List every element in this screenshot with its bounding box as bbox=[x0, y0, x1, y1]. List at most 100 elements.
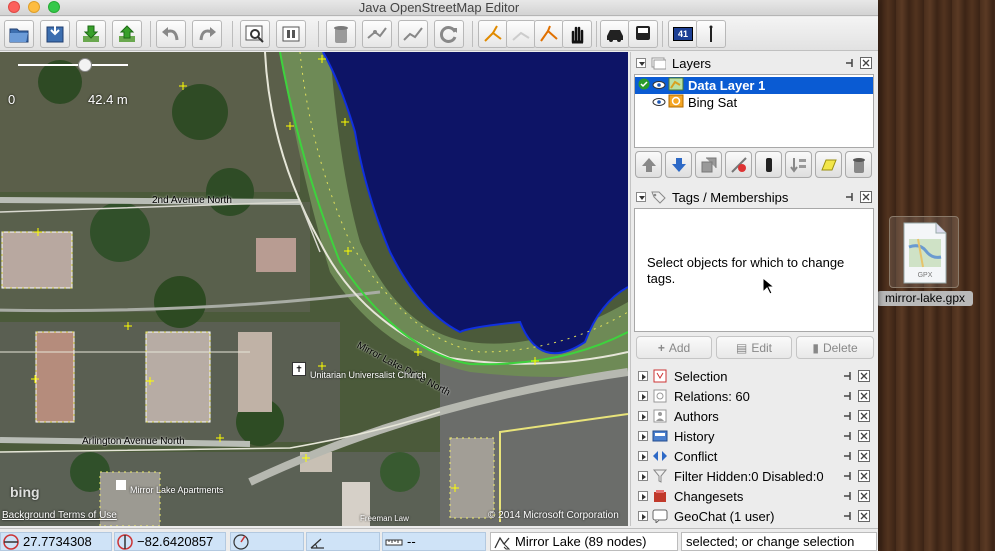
delete-button[interactable] bbox=[326, 20, 356, 48]
panel-authors[interactable]: Authors bbox=[634, 406, 874, 426]
close-dialog-icon[interactable] bbox=[858, 410, 870, 422]
pin-dialog-icon[interactable] bbox=[842, 430, 854, 442]
open-file-button[interactable] bbox=[4, 20, 34, 48]
panel-changesets[interactable]: Changesets bbox=[634, 486, 874, 506]
active-check-icon[interactable] bbox=[638, 78, 652, 93]
preferences-button[interactable] bbox=[276, 20, 306, 48]
expand-toggle-icon[interactable] bbox=[638, 471, 648, 481]
filter-icon bbox=[652, 469, 668, 483]
layer-opacity-button[interactable] bbox=[755, 151, 782, 178]
upload-button[interactable] bbox=[112, 20, 142, 48]
distance-value: -- bbox=[407, 534, 416, 549]
bus-preset-button[interactable] bbox=[628, 20, 658, 48]
add-tag-button[interactable]: + Add bbox=[636, 336, 712, 359]
layers-header[interactable]: Layers bbox=[632, 53, 876, 73]
close-dialog-icon[interactable] bbox=[860, 191, 872, 203]
relations-icon bbox=[652, 389, 668, 403]
pin-button[interactable] bbox=[696, 20, 726, 48]
refresh-button[interactable] bbox=[434, 20, 464, 48]
car-preset-button[interactable] bbox=[600, 20, 630, 48]
pin-dialog-icon[interactable] bbox=[844, 57, 856, 69]
angle-icon bbox=[310, 538, 324, 549]
scale-slider-track[interactable] bbox=[18, 64, 128, 66]
pin-dialog-icon[interactable] bbox=[844, 191, 856, 203]
expand-toggle-icon[interactable] bbox=[638, 371, 648, 381]
file-type-label: GPX bbox=[918, 272, 933, 279]
toggle-layer-visibility-button[interactable] bbox=[725, 151, 752, 178]
expand-toggle-icon[interactable] bbox=[638, 451, 648, 461]
trash-icon bbox=[852, 157, 865, 173]
layer-info-button[interactable] bbox=[785, 151, 812, 178]
panel-history[interactable]: History bbox=[634, 426, 874, 446]
map-view[interactable]: 0 42.4 m 2nd Avenue North Mirror Lake Dr… bbox=[0, 52, 628, 526]
edit-label: Edit bbox=[751, 340, 773, 355]
collapse-toggle-icon[interactable] bbox=[636, 58, 646, 68]
redo-button[interactable] bbox=[192, 20, 222, 48]
visibility-eye-icon[interactable] bbox=[652, 78, 668, 93]
scale-slider-knob[interactable] bbox=[78, 58, 92, 72]
panel-filter[interactable]: Filter Hidden:0 Disabled:0 bbox=[634, 466, 874, 486]
speed-sign-button[interactable]: 41 bbox=[668, 20, 698, 48]
draw-mode-button[interactable] bbox=[478, 20, 508, 48]
panel-relations[interactable]: Relations: 60 bbox=[634, 386, 874, 406]
gpx-file-icon[interactable]: GPX bbox=[889, 216, 959, 288]
visibility-eye-icon[interactable] bbox=[652, 95, 668, 110]
merge-layer-button[interactable] bbox=[695, 151, 722, 178]
expand-toggle-icon[interactable] bbox=[638, 431, 648, 441]
expand-toggle-icon[interactable] bbox=[638, 491, 648, 501]
bus-icon bbox=[636, 26, 650, 40]
background-terms-link[interactable]: Background Terms of Use bbox=[2, 510, 117, 521]
undo-icon bbox=[162, 27, 179, 41]
history-icon bbox=[652, 429, 668, 443]
close-dialog-icon[interactable] bbox=[858, 390, 870, 402]
layer-properties-button[interactable] bbox=[815, 151, 842, 178]
download-icon bbox=[83, 25, 99, 42]
pin-dialog-icon[interactable] bbox=[842, 490, 854, 502]
tags-header[interactable]: Tags / Memberships bbox=[632, 187, 876, 207]
scale-zero: 0 bbox=[8, 92, 16, 107]
imagery-layer-icon bbox=[668, 94, 686, 111]
zoom-button[interactable] bbox=[240, 20, 270, 48]
move-layer-down-button[interactable] bbox=[665, 151, 692, 178]
download-button[interactable] bbox=[76, 20, 106, 48]
expand-toggle-icon[interactable] bbox=[638, 411, 648, 421]
pin-dialog-icon[interactable] bbox=[842, 510, 854, 522]
save-button[interactable] bbox=[40, 20, 70, 48]
delete-tag-button[interactable]: ▮ Delete bbox=[796, 336, 874, 359]
tags-title: Tags / Memberships bbox=[672, 189, 789, 205]
panel-geochat[interactable]: GeoChat (1 user) bbox=[634, 506, 874, 526]
combine-way-icon bbox=[403, 27, 423, 41]
panel-conflict[interactable]: Conflict bbox=[634, 446, 874, 466]
panel-selection[interactable]: Selection bbox=[634, 366, 874, 386]
close-dialog-icon[interactable] bbox=[858, 450, 870, 462]
layer-row-data-layer-1[interactable]: Data Layer 1 bbox=[635, 77, 873, 94]
church-icon: ✝ bbox=[292, 362, 306, 376]
close-dialog-icon[interactable] bbox=[858, 370, 870, 382]
close-dialog-icon[interactable] bbox=[858, 430, 870, 442]
close-dialog-icon[interactable] bbox=[860, 57, 872, 69]
gpx-file-name[interactable]: mirror-lake.gpx bbox=[877, 291, 973, 306]
move-mode-button[interactable] bbox=[562, 20, 592, 48]
edit-tag-button[interactable]: ▤ Edit bbox=[716, 336, 792, 359]
close-dialog-icon[interactable] bbox=[858, 510, 870, 522]
longitude-icon bbox=[117, 533, 133, 550]
panel-label: Selection bbox=[674, 368, 728, 384]
pin-dialog-icon[interactable] bbox=[842, 470, 854, 482]
delete-layer-button[interactable] bbox=[845, 151, 872, 178]
pin-dialog-icon[interactable] bbox=[842, 370, 854, 382]
collapse-toggle-icon[interactable] bbox=[636, 192, 646, 202]
pin-dialog-icon[interactable] bbox=[842, 410, 854, 422]
split-way-button[interactable] bbox=[362, 20, 392, 48]
undo-button[interactable] bbox=[156, 20, 186, 48]
close-dialog-icon[interactable] bbox=[858, 490, 870, 502]
move-layer-up-button[interactable] bbox=[635, 151, 662, 178]
expand-toggle-icon[interactable] bbox=[638, 391, 648, 401]
select-mode-button[interactable] bbox=[534, 20, 564, 48]
combine-way-button[interactable] bbox=[398, 20, 428, 48]
expand-toggle-icon[interactable] bbox=[638, 511, 648, 521]
pin-dialog-icon[interactable] bbox=[842, 390, 854, 402]
close-dialog-icon[interactable] bbox=[858, 470, 870, 482]
improve-way-button[interactable] bbox=[506, 20, 536, 48]
pin-dialog-icon[interactable] bbox=[842, 450, 854, 462]
layer-row-bing-sat[interactable]: Bing Sat bbox=[635, 94, 873, 111]
